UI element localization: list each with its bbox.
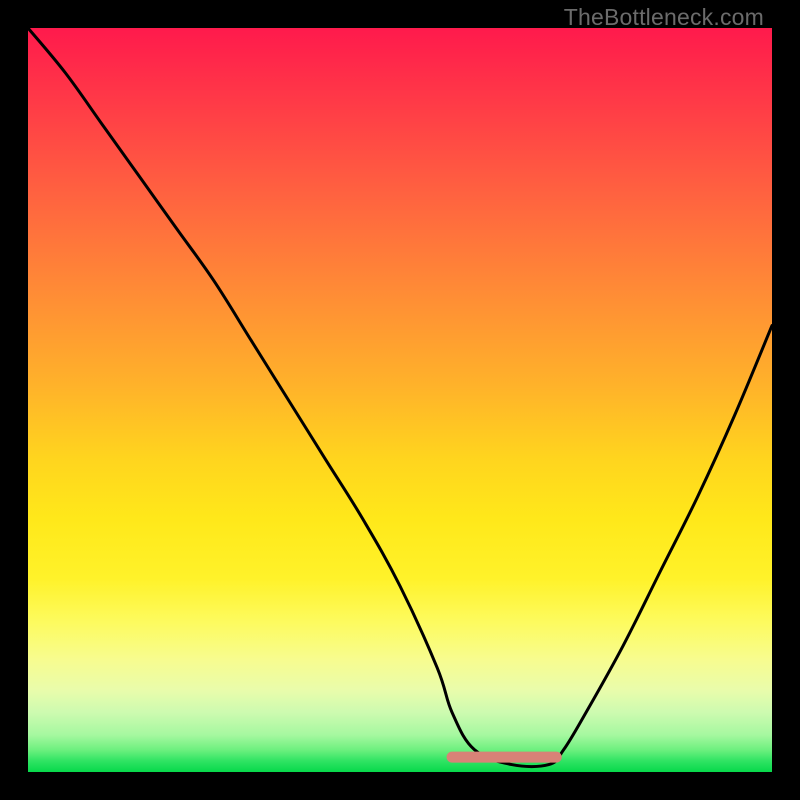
plot-area — [28, 28, 772, 772]
bottleneck-curve — [28, 28, 772, 767]
chart-frame: TheBottleneck.com — [0, 0, 800, 800]
watermark-text: TheBottleneck.com — [564, 4, 764, 31]
chart-svg — [28, 28, 772, 772]
